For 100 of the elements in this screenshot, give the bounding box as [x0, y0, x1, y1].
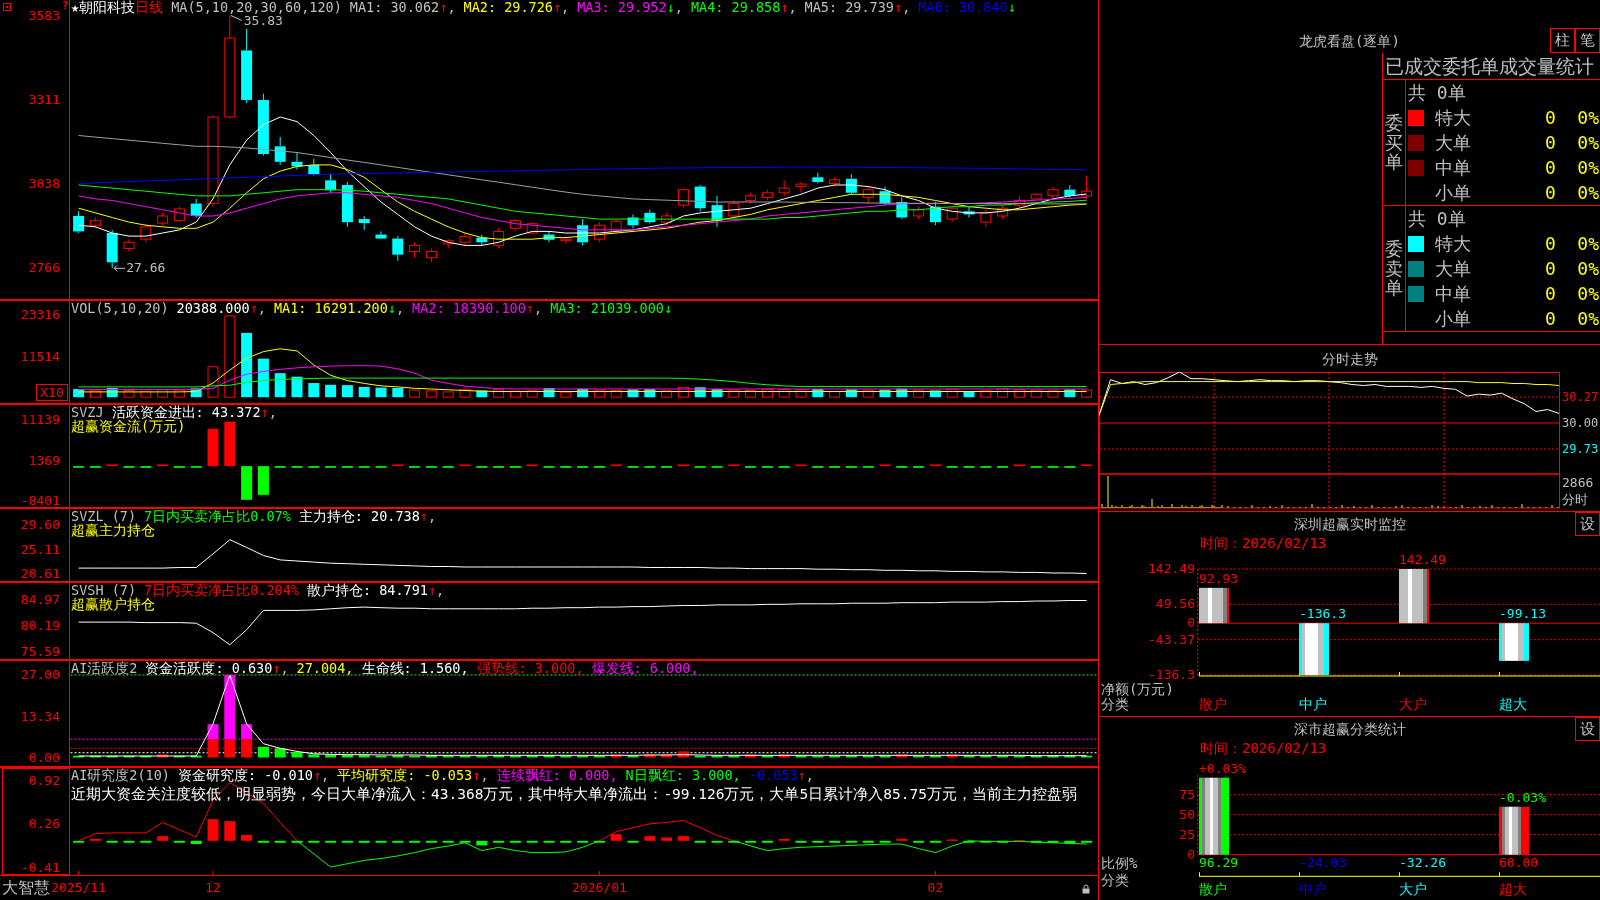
table-title: 已成交委托单成交量统计 — [1383, 53, 1600, 80]
value-label: 96.29 — [1199, 856, 1239, 871]
order-share: 0% — [1577, 181, 1600, 205]
axis-tick-label: 75 — [1179, 787, 1195, 802]
value-label: -24.03 — [1299, 856, 1346, 871]
order-size-label: 中单 — [1435, 282, 1472, 306]
axis-title: 分类 — [1101, 872, 1129, 888]
axis-tick-label: -43.37 — [1148, 632, 1195, 647]
order-size-label: 小单 — [1435, 307, 1472, 331]
legend-label: MA(5,10,20,30,60,120) — [171, 0, 342, 14]
trend-arrow: ↓ — [1007, 0, 1016, 14]
panel-title: 龙虎看盘(逐单) — [1299, 32, 1400, 51]
volume-caption: 分时 — [1562, 493, 1588, 507]
legend-label: AI活跃度2 — [71, 661, 138, 675]
indicator-caption: 超赢资金流(万元) — [71, 419, 186, 433]
order-count: 0 — [1545, 156, 1557, 180]
category-label: 超大 — [1499, 881, 1527, 897]
axis-title: 比例% — [1101, 855, 1138, 871]
axis-tick-label: 0 — [1187, 616, 1195, 631]
axis-tick-label: 0.00 — [28, 750, 60, 765]
side-label: 委卖单 — [1385, 238, 1403, 299]
axis-tick-label: -0.41 — [20, 860, 60, 875]
legend-label: 生命线: 1.560, — [361, 661, 469, 675]
order-count: 0 — [1545, 131, 1557, 155]
order-count: 0 — [1545, 106, 1557, 130]
axis-tick-label: 1369 — [28, 453, 60, 468]
axis-tick-label: 49.56 — [1155, 597, 1195, 612]
axis-tick-label: 11514 — [20, 349, 60, 364]
category-label: 超大 — [1499, 696, 1527, 712]
order-count: 0 — [1545, 232, 1557, 256]
legend-label: -0.053 — [748, 768, 798, 782]
axis-date-label: 2026/01 — [572, 879, 627, 897]
order-share: 0% — [1577, 257, 1600, 281]
value-label: 92.93 — [1199, 571, 1239, 586]
legend-label: 7日内买卖净占比0.204% — [144, 583, 299, 597]
star-symbol: ★ — [71, 0, 80, 14]
legend-label: 20388.000 — [176, 301, 250, 315]
order-share: 0% — [1577, 307, 1600, 331]
axis-tick-label: 3311 — [28, 92, 60, 107]
section-title: 深市超赢分类统计 — [1293, 720, 1406, 738]
axis-tick-label: 3583 — [28, 8, 60, 23]
axis-tick-label: 75.59 — [20, 644, 60, 659]
category-label: 大户 — [1399, 881, 1427, 897]
trend-arrow: ↑, — [427, 583, 445, 597]
trend-arrow: ↑, — [312, 768, 330, 782]
legend-label: 7日内买卖净占比0.07% — [144, 509, 291, 523]
axis-tick-label: 25.11 — [20, 542, 60, 557]
legend-label: SVZL (7) — [71, 509, 137, 523]
order-count: 0 — [1545, 181, 1557, 205]
axis-tick-label: 27.00 — [20, 668, 60, 682]
section-title: 分时走势 — [1321, 349, 1378, 368]
legend-label: 强势线: 3.000, — [476, 661, 584, 675]
legend-label: N日飘红: 3.000, — [625, 768, 741, 782]
trend-arrow: ↑, — [552, 0, 570, 14]
trend-arrow: ↑, — [260, 405, 277, 419]
legend-label: 活跃资金进出: 43.372 — [111, 405, 261, 419]
category-label: 中户 — [1299, 696, 1327, 712]
axis-date-label: 2025/11 — [51, 879, 106, 897]
axis-date-label: 02 — [927, 879, 944, 897]
legend-label: SVSH (7) — [71, 583, 137, 597]
order-total: 共 0单 — [1407, 81, 1467, 105]
axis-tick-label: 29.60 — [20, 518, 60, 532]
category-label: 中户 — [1299, 881, 1327, 897]
volume-peak-label: 2866 — [1562, 476, 1594, 490]
indicator-caption: 超赢主力持仓 — [71, 523, 155, 537]
legend-label: MA3: 29.952 — [577, 0, 667, 14]
legend-label: MA6: 30.840 — [918, 0, 1008, 14]
axis-title: 净额(万元) — [1101, 681, 1174, 697]
order-share: 0% — [1577, 232, 1600, 256]
period-label: 日线 — [135, 0, 164, 14]
chart-time: 时间：2026/02/13 — [1199, 536, 1328, 551]
order-size-label: 中单 — [1435, 156, 1472, 180]
order-size-label: 特大 — [1435, 232, 1472, 256]
category-label: 大户 — [1399, 696, 1427, 712]
axis-tick-label: 84.97 — [20, 592, 60, 607]
legend-label: 平均研究度: -0.053 — [337, 768, 473, 782]
legend-label: AI研究度2(10) — [71, 768, 170, 782]
axis-tick-label: 23316 — [20, 307, 60, 322]
legend-label: MA3: 21039.000 — [550, 301, 664, 315]
axis-tick-label: 11139 — [20, 412, 60, 427]
legend-label: 连续飘红: 0.000, — [496, 768, 618, 782]
stock-name: 朝阳科技 — [79, 0, 136, 14]
axis-tick-label: 0.26 — [28, 816, 60, 831]
axis-tick-label: 2766 — [28, 261, 60, 276]
axis-tick-label: 80.19 — [20, 619, 60, 633]
axis-tick-label: 25 — [1179, 827, 1195, 842]
brand-label: 大智慧 — [2, 877, 50, 899]
axis-tick-label: -8401 — [20, 494, 60, 508]
side-label: 委买单 — [1385, 112, 1403, 173]
axis-tick-label: 3038 — [28, 177, 60, 192]
axis-tick-label: 29.73 — [1562, 442, 1599, 456]
axis-tick-label: 142.49 — [1148, 562, 1195, 576]
order-size-label: 大单 — [1435, 131, 1472, 155]
order-size-label: 特大 — [1435, 106, 1472, 130]
low-price-label: 27.66 — [126, 261, 166, 276]
change-label: -0.03% — [1499, 790, 1546, 805]
high-price-label: 35.83 — [243, 14, 283, 28]
legend-label: 资金研究度: -0.010 — [177, 768, 313, 782]
legend-label: MA2: 18390.100 — [412, 301, 526, 315]
trend-arrow: ↑, — [439, 0, 456, 14]
